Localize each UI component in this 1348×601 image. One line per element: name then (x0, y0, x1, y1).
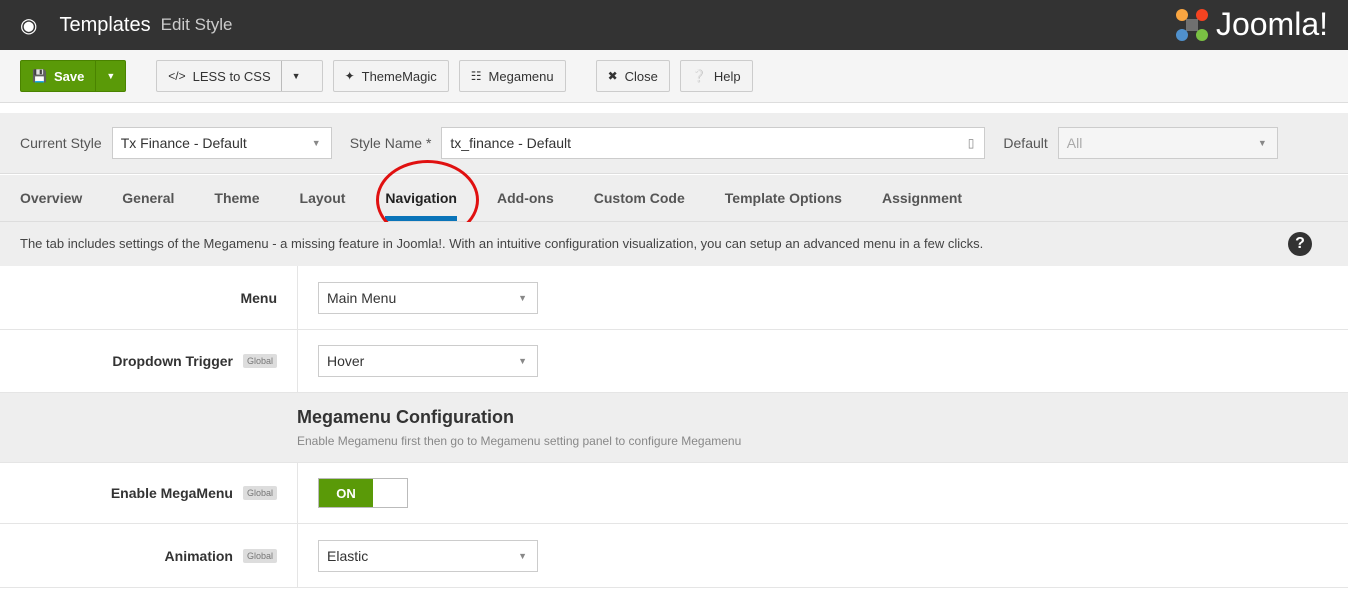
less-dropdown-toggle[interactable]: ▼ (281, 61, 311, 91)
close-icon: ✖ (608, 69, 618, 83)
tab-bar: OverviewGeneralThemeLayoutNavigationAdd-… (0, 175, 1348, 222)
global-badge: Global (243, 354, 277, 368)
current-style-value: Tx Finance - Default (121, 135, 247, 151)
help-button[interactable]: ❔ Help (680, 60, 753, 92)
thememagic-button[interactable]: ✦ ThemeMagic (333, 60, 449, 92)
tab-custom-code[interactable]: Custom Code (594, 175, 685, 221)
description-text: The tab includes settings of the Megamen… (20, 236, 983, 251)
tab-assignment[interactable]: Assignment (882, 175, 962, 221)
default-select[interactable]: All ▼ (1058, 127, 1278, 159)
less-to-css-button[interactable]: </> LESS to CSS ▼ (156, 60, 322, 92)
section-description: Enable Megamenu first then go to Megamen… (297, 434, 1348, 448)
toggle-on-label: ON (319, 479, 373, 507)
enable-megamenu-label: Enable MegaMenu (111, 485, 233, 501)
save-label: Save (54, 69, 84, 84)
help-icon[interactable]: ? (1288, 232, 1312, 256)
save-icon: 💾 (32, 69, 47, 83)
tab-general[interactable]: General (122, 175, 174, 221)
chevron-down-icon: ▼ (518, 551, 527, 561)
help-label: Help (714, 69, 741, 84)
close-label: Close (625, 69, 658, 84)
magic-wand-icon: ✦ (345, 69, 355, 83)
enable-megamenu-toggle[interactable]: ON (318, 478, 408, 508)
tab-theme[interactable]: Theme (214, 175, 259, 221)
chevron-down-icon: ▼ (518, 356, 527, 366)
tab-template-options[interactable]: Template Options (725, 175, 842, 221)
tab-layout[interactable]: Layout (300, 175, 346, 221)
menu-select[interactable]: Main Menu ▼ (318, 282, 538, 314)
save-button[interactable]: 💾 Save ▼ (20, 60, 126, 92)
dropdown-trigger-label: Dropdown Trigger (112, 353, 233, 369)
save-dropdown-toggle[interactable]: ▼ (95, 61, 125, 91)
toolbar: 💾 Save ▼ </> LESS to CSS ▼ ✦ ThemeMagic ☷ Me… (0, 50, 1348, 103)
style-name-value: tx_finance - Default (450, 135, 571, 151)
navigation-form: Menu Main Menu ▼ Dropdown Trigger Global H… (0, 266, 1348, 588)
chevron-down-icon: ▼ (518, 293, 527, 303)
global-badge: Global (243, 486, 277, 500)
code-icon: </> (168, 69, 185, 83)
sitemap-icon: ☷ (471, 69, 482, 83)
section-title: Megamenu Configuration (297, 407, 1348, 428)
field-icon: ▯ (968, 136, 975, 150)
joomla-logo[interactable]: Joomla! (1174, 6, 1328, 43)
page-title: Templates (59, 14, 150, 37)
dropdown-trigger-value: Hover (327, 353, 364, 369)
menu-label: Menu (240, 290, 277, 306)
menu-row: Menu Main Menu ▼ (0, 266, 1348, 330)
enable-megamenu-row: Enable MegaMenu Global ON (0, 463, 1348, 524)
header-bar: ◉ Templates Edit Style Joomla! (0, 0, 1348, 50)
dropdown-trigger-select[interactable]: Hover ▼ (318, 345, 538, 377)
megamenu-config-section: Megamenu Configuration Enable Megamenu f… (0, 393, 1348, 463)
default-value: All (1067, 135, 1083, 151)
dropdown-trigger-row: Dropdown Trigger Global Hover ▼ (0, 330, 1348, 393)
animation-value: Elastic (327, 548, 368, 564)
animation-row: Animation Global Elastic ▼ (0, 524, 1348, 588)
style-bar: Current Style Tx Finance - Default ▼ Styl… (0, 113, 1348, 174)
global-badge: Global (243, 549, 277, 563)
tab-add-ons[interactable]: Add-ons (497, 175, 554, 221)
style-name-input[interactable]: tx_finance - Default ▯ (441, 127, 985, 159)
joomla-logo-icon (1174, 7, 1210, 43)
animation-label: Animation (165, 548, 233, 564)
chevron-down-icon: ▼ (1258, 138, 1267, 148)
less-label: LESS to CSS (193, 69, 271, 84)
page-subtitle: Edit Style (161, 15, 233, 35)
megamenu-label: Megamenu (489, 69, 554, 84)
animation-select[interactable]: Elastic ▼ (318, 540, 538, 572)
close-button[interactable]: ✖ Close (596, 60, 670, 92)
question-icon: ❔ (692, 69, 707, 83)
megamenu-button[interactable]: ☷ Megamenu (459, 60, 566, 92)
style-name-label: Style Name * (350, 135, 432, 151)
logo-text: Joomla! (1216, 6, 1328, 43)
current-style-label: Current Style (20, 135, 102, 151)
default-label: Default (1003, 135, 1047, 151)
eye-icon: ◉ (20, 13, 37, 38)
tab-description: The tab includes settings of the Megamen… (0, 222, 1348, 266)
thememagic-label: ThemeMagic (362, 69, 437, 84)
current-style-select[interactable]: Tx Finance - Default ▼ (112, 127, 332, 159)
menu-value: Main Menu (327, 290, 396, 306)
chevron-down-icon: ▼ (312, 138, 321, 148)
tab-overview[interactable]: Overview (20, 175, 82, 221)
